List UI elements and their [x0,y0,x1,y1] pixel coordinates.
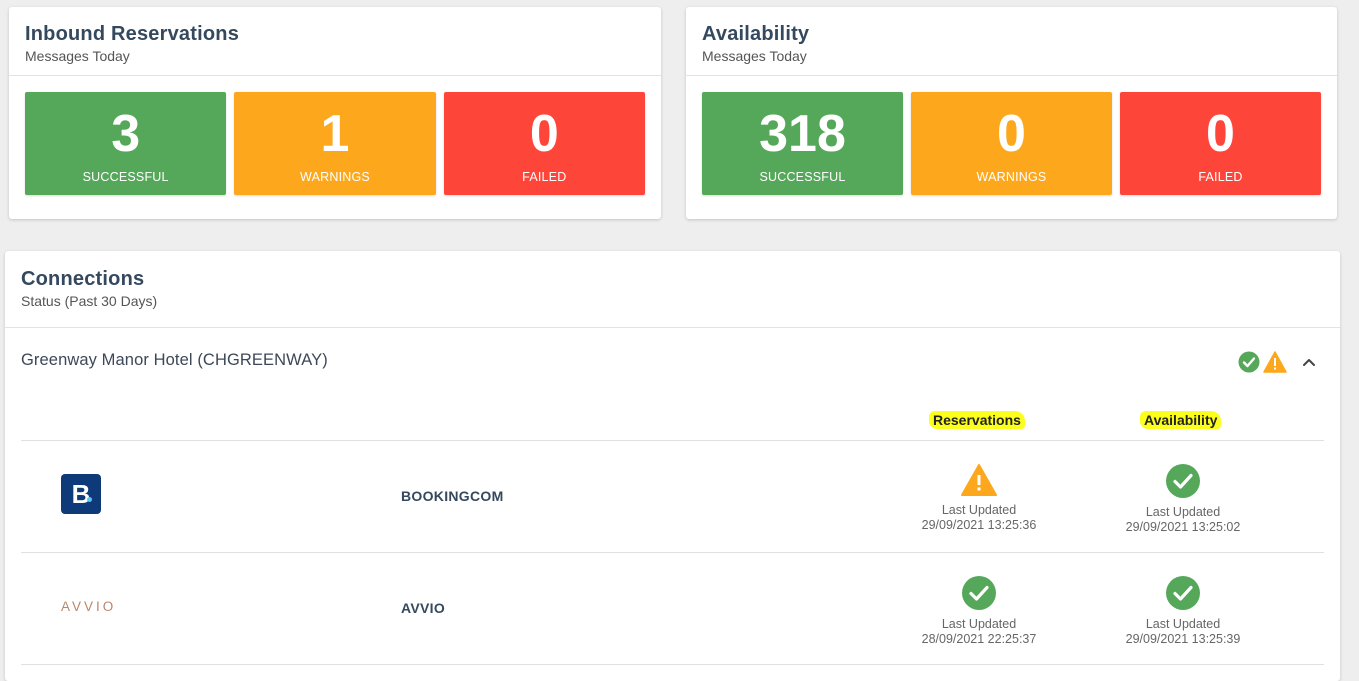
chevron-up-icon[interactable] [1294,352,1324,372]
hotel-name: Greenway Manor Hotel (CHGREENWAY) [21,351,328,369]
failed-label: FAILED [522,170,567,184]
reservations-header-label: Reservations [929,411,1025,429]
hotel-expander[interactable]: Greenway Manor Hotel (CHGREENWAY) [21,341,1324,381]
warnings-label: WARNINGS [976,170,1047,184]
card-subtitle: Messages Today [25,48,130,64]
failed-count: 0 [1206,105,1235,163]
card-title: Availability [702,23,810,45]
successful-label: SUCCESSFUL [759,170,846,184]
check-circle-icon [962,576,996,610]
column-header-reservations: Reservations [929,411,1025,429]
successful-count: 318 [759,105,846,163]
availability-header-label: Availability [1140,411,1222,429]
stat-tiles: 3 SUCCESSFUL 1 WARNINGS 0 FAILED [9,76,661,211]
successful-count: 3 [111,105,141,163]
successful-tile[interactable]: 3 SUCCESSFUL [25,92,227,195]
bookingcom-logo: B [61,474,101,514]
failed-tile[interactable]: 0 FAILED [443,92,645,195]
connections-card: Connections Status (Past 30 Days) Greenw… [5,251,1340,681]
warnings-count: 1 [320,105,350,163]
reservations-status: Last Updated 28/09/2021 22:25:37 [899,575,1059,647]
last-updated-label: Last Updated [941,503,1017,517]
warnings-tile[interactable]: 1 WARNINGS [234,92,436,195]
last-updated-time: 29/09/2021 13:25:36 [921,518,1037,532]
card-header: Connections Status (Past 30 Days) [5,251,1340,328]
table-row: AVVIO AVVIO Last Updated 28/09/2021 22:25… [21,553,1324,665]
failed-count: 0 [529,105,559,163]
stat-tiles: 318 SUCCESSFUL 0 WARNINGS 0 FAILED [686,76,1337,211]
availability-card: Availability Messages Today 318 SUCCESSF… [686,7,1337,219]
check-circle-icon [1166,464,1200,498]
availability-status: Last Updated 29/09/2021 13:25:39 [1103,575,1263,647]
divider [21,664,1324,665]
card-title: Connections [21,268,145,290]
warning-icon [1263,351,1287,373]
last-updated-time: 28/09/2021 22:25:37 [921,632,1037,646]
card-subtitle: Status (Past 30 Days) [21,293,158,309]
last-updated-time: 29/09/2021 13:25:02 [1125,520,1241,534]
availability-status: Last Updated 29/09/2021 13:25:02 [1103,463,1263,535]
check-circle-icon [1166,576,1200,610]
warnings-tile[interactable]: 0 WARNINGS [911,92,1112,195]
table-row: B BOOKINGCOM Last Updated 29/09/2021 13:2… [21,441,1324,553]
avvio-logo: AVVIO [61,599,117,614]
card-subtitle: Messages Today [702,48,807,64]
last-updated-label: Last Updated [1145,505,1221,519]
bookingcom-logo-text: B [71,479,91,509]
card-header: Inbound Reservations Messages Today [9,7,661,76]
reservations-status: Last Updated 29/09/2021 13:25:36 [899,463,1059,533]
last-updated-label: Last Updated [941,617,1017,631]
successful-label: SUCCESSFUL [82,170,169,184]
warnings-label: WARNINGS [300,170,370,184]
inbound-reservations-card: Inbound Reservations Messages Today 3 SU… [9,7,661,219]
failed-label: FAILED [1198,170,1243,184]
provider-name: BOOKINGCOM [401,488,504,504]
failed-tile[interactable]: 0 FAILED [1120,92,1321,195]
column-header-availability: Availability [1140,411,1222,429]
card-header: Availability Messages Today [686,7,1337,76]
last-updated-label: Last Updated [1145,617,1221,631]
provider-name: AVVIO [401,600,446,616]
warning-icon [961,464,997,496]
card-title: Inbound Reservations [25,23,240,45]
hotel-status-icons [1238,351,1324,373]
warnings-count: 0 [997,105,1026,163]
successful-tile[interactable]: 318 SUCCESSFUL [702,92,903,195]
last-updated-time: 29/09/2021 13:25:39 [1125,632,1241,646]
check-circle-icon [1238,351,1260,373]
